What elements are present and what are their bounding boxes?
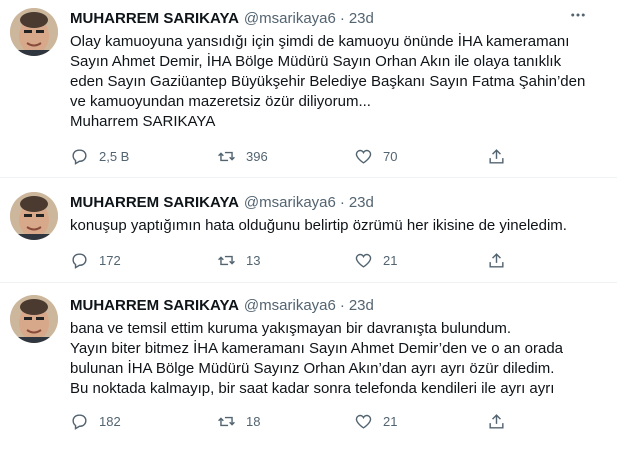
tweet-text-line: Olay kamuoyuna yansıdığı için şimdi de k… bbox=[70, 33, 570, 50]
retweet-button[interactable]: 396 bbox=[217, 147, 268, 166]
separator-dot: · bbox=[339, 296, 345, 314]
tweet-time[interactable]: 23d bbox=[349, 297, 374, 314]
reply-icon bbox=[72, 252, 87, 269]
tweet-header: MUHARREM SARIKAYA @msarikaya6 · 23d bbox=[70, 192, 374, 212]
tweet-2[interactable]: MUHARREM SARIKAYA @msarikaya6 · 23d konu… bbox=[0, 178, 617, 278]
tweet-text-line: bulunan İHA Bölge Müdürü Sayınz Orhan Ak… bbox=[70, 360, 555, 377]
author-handle[interactable]: @msarikaya6 bbox=[244, 10, 336, 27]
tweet-text-line: bana ve temsil ettim kuruma yakışmayan b… bbox=[70, 320, 512, 337]
reply-icon bbox=[72, 413, 87, 430]
reply-count: 2,5 B bbox=[99, 148, 130, 164]
share-button[interactable] bbox=[487, 251, 506, 270]
retweet-icon bbox=[218, 255, 235, 265]
share-icon bbox=[489, 413, 504, 429]
tweet-text-line: Muharrem SARIKAYA bbox=[70, 113, 216, 130]
like-button[interactable]: 21 bbox=[354, 412, 397, 431]
tweet-actions: 172 13 21 bbox=[70, 250, 530, 270]
heart-icon bbox=[355, 149, 372, 164]
like-count: 21 bbox=[383, 413, 398, 429]
avatar[interactable] bbox=[10, 8, 58, 56]
like-button[interactable]: 21 bbox=[354, 251, 397, 270]
avatar[interactable] bbox=[10, 295, 58, 343]
tweet-text: bana ve temsil ettim kuruma yakışmayan b… bbox=[70, 319, 563, 399]
like-count: 21 bbox=[383, 252, 398, 268]
author-handle[interactable]: @msarikaya6 bbox=[244, 297, 336, 314]
share-icon bbox=[489, 148, 504, 164]
more-options-icon[interactable] bbox=[569, 6, 587, 29]
tweet-time[interactable]: 23d bbox=[349, 194, 374, 211]
reply-count: 172 bbox=[99, 252, 121, 268]
separator-dot: · bbox=[339, 9, 345, 27]
reply-button[interactable]: 172 bbox=[70, 251, 121, 270]
share-button[interactable] bbox=[487, 147, 506, 166]
heart-icon bbox=[355, 414, 372, 429]
author-name[interactable]: MUHARREM SARIKAYA bbox=[70, 297, 239, 314]
reply-button[interactable]: 182 bbox=[70, 412, 121, 431]
author-name[interactable]: MUHARREM SARIKAYA bbox=[70, 10, 239, 27]
share-button[interactable] bbox=[487, 412, 506, 431]
tweet-header: MUHARREM SARIKAYA @msarikaya6 · 23d bbox=[70, 8, 374, 28]
retweet-icon bbox=[218, 151, 235, 161]
like-count: 70 bbox=[383, 148, 398, 164]
tweet-text-line: Bu noktada kalmayıp, bir saat kadar sonr… bbox=[70, 380, 555, 397]
tweet-header: MUHARREM SARIKAYA @msarikaya6 · 23d bbox=[70, 295, 374, 315]
author-name[interactable]: MUHARREM SARIKAYA bbox=[70, 194, 239, 211]
tweet-actions: 182 18 21 bbox=[70, 411, 530, 431]
author-handle[interactable]: @msarikaya6 bbox=[244, 194, 336, 211]
reply-button[interactable]: 2,5 B bbox=[70, 147, 129, 166]
tweet-time[interactable]: 23d bbox=[349, 10, 374, 27]
reply-icon bbox=[72, 148, 87, 165]
tweet-text-line: konuşup yaptığımın hata olduğunu belirti… bbox=[70, 217, 567, 234]
tweet-text-line: ve kamuoyundan mazeretsiz özür diliyorum… bbox=[70, 93, 371, 110]
tweet-text-line: Yayın biter bitmez İHA kameramanı Sayın … bbox=[70, 340, 564, 357]
tweet-text-line: Sayın Ahmet Demir, İHA Bölge Müdürü Sayı… bbox=[70, 53, 562, 70]
tweet-text: Olay kamuoyuna yansıdığı için şimdi de k… bbox=[70, 32, 585, 132]
avatar[interactable] bbox=[10, 192, 58, 240]
retweet-count: 396 bbox=[246, 148, 268, 164]
separator-dot: · bbox=[339, 193, 345, 211]
retweet-button[interactable]: 18 bbox=[217, 412, 260, 431]
retweet-count: 18 bbox=[246, 413, 261, 429]
reply-count: 182 bbox=[99, 413, 121, 429]
heart-icon bbox=[355, 253, 372, 268]
tweet-1[interactable]: MUHARREM SARIKAYA @msarikaya6 · 23d Olay… bbox=[0, 0, 617, 176]
share-icon bbox=[489, 252, 504, 268]
retweet-icon bbox=[218, 416, 235, 426]
tweet-text: konuşup yaptığımın hata olduğunu belirti… bbox=[70, 216, 567, 236]
like-button[interactable]: 70 bbox=[354, 147, 397, 166]
tweet-text-line: eden Sayın Gaziüantep Büyükşehir Belediy… bbox=[70, 73, 586, 90]
retweet-button[interactable]: 13 bbox=[217, 251, 260, 270]
retweet-count: 13 bbox=[246, 252, 261, 268]
tweet-actions: 2,5 B 396 70 bbox=[70, 146, 530, 166]
tweet-3[interactable]: MUHARREM SARIKAYA @msarikaya6 · 23d bana… bbox=[0, 283, 617, 449]
